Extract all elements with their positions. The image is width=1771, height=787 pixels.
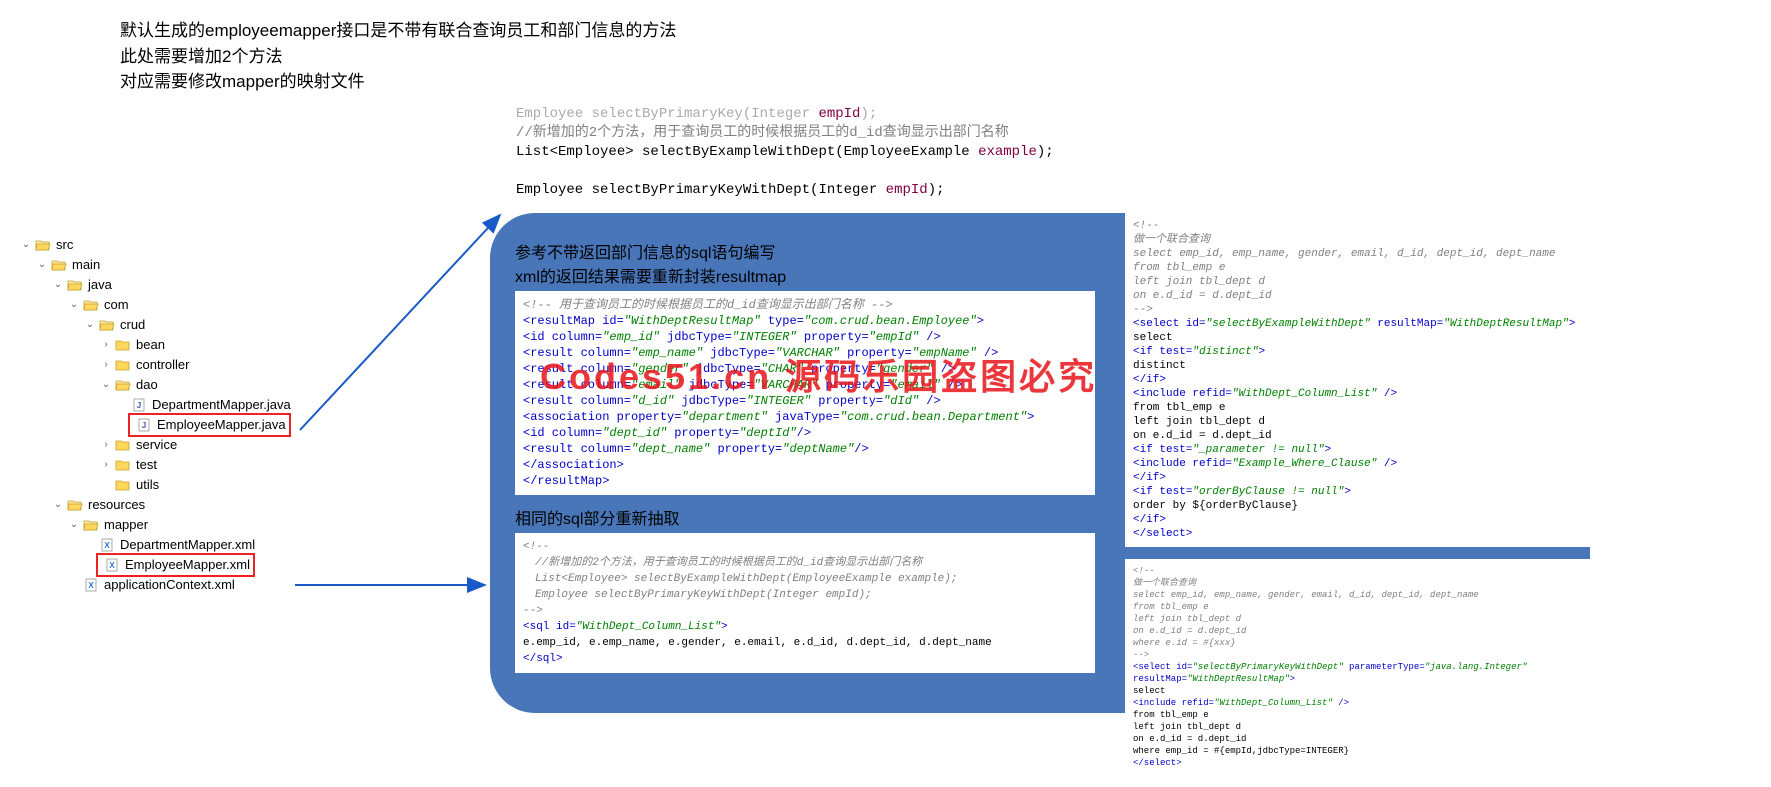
tree-bean[interactable]: ›bean xyxy=(20,335,300,355)
tree-department-mapper-java[interactable]: DepartmentMapper.java xyxy=(20,395,300,415)
tree-com[interactable]: ⌄com xyxy=(20,295,300,315)
tree-dao[interactable]: ⌄dao xyxy=(20,375,300,395)
xml-file-icon xyxy=(104,558,120,572)
tree-employee-mapper-java[interactable]: EmployeeMapper.java xyxy=(20,415,300,435)
folder-icon xyxy=(83,518,99,532)
tree-service[interactable]: ›service xyxy=(20,435,300,455)
header-line3: 对应需要修改mapper的映射文件 xyxy=(120,69,1771,95)
folder-icon xyxy=(115,478,131,492)
tree-test[interactable]: ›test xyxy=(20,455,300,475)
xml-file-icon xyxy=(99,538,115,552)
folder-icon xyxy=(67,498,83,512)
right-code-boxes: <!-- 做一个联合查询 select emp_id, emp_name, ge… xyxy=(1125,213,1595,787)
sql-fragment-code-box: <!-- //新增加的2个方法，用于查询员工的时候根据员工的d_id查询显示出部… xyxy=(515,533,1095,673)
tree-employee-mapper-xml[interactable]: EmployeeMapper.xml xyxy=(20,555,300,575)
tree-department-mapper-xml[interactable]: DepartmentMapper.xml xyxy=(20,535,300,555)
code-snippet-top: Employee selectByPrimaryKey(Integer empI… xyxy=(516,105,1054,200)
xml-file-icon xyxy=(83,578,99,592)
tree-utils[interactable]: utils xyxy=(20,475,300,495)
tree-main[interactable]: ⌄main xyxy=(20,255,300,275)
folder-icon xyxy=(115,338,131,352)
tree-crud[interactable]: ⌄crud xyxy=(20,315,300,335)
chevron-down-icon: ⌄ xyxy=(52,495,64,515)
folder-icon xyxy=(115,458,131,472)
code-comment: //新增加的2个方法，用于查询员工的时候根据员工的d_id查询显示出部门名称 xyxy=(516,124,1054,143)
tree-resources[interactable]: ⌄resources xyxy=(20,495,300,515)
folder-icon xyxy=(67,278,83,292)
tree-src[interactable]: ⌄src xyxy=(20,235,300,255)
folder-icon xyxy=(51,258,67,272)
code-line: List<Employee> selectByExampleWithDept(E… xyxy=(516,143,1054,162)
folder-icon xyxy=(115,438,131,452)
tree-java[interactable]: ⌄java xyxy=(20,275,300,295)
arrow-xml-to-panel xyxy=(290,575,490,595)
java-file-icon xyxy=(131,398,147,412)
code-line: Employee selectByPrimaryKeyWithDept(Inte… xyxy=(516,181,1054,200)
chevron-right-icon: › xyxy=(100,435,112,455)
folder-icon xyxy=(115,378,131,392)
header-line1: 默认生成的employeemapper接口是不带有联合查询员工和部门信息的方法 xyxy=(120,18,1771,44)
resultmap-code-box: <!-- 用于查询员工的时候根据员工的d_id查询显示出部门名称 --> <re… xyxy=(515,291,1095,495)
project-tree: ⌄src ⌄main ⌄java ⌄com ⌄crud ›bean ›contr… xyxy=(0,105,300,595)
header-line2: 此处需要增加2个方法 xyxy=(120,44,1771,70)
chevron-down-icon: ⌄ xyxy=(20,235,32,255)
chevron-down-icon: ⌄ xyxy=(68,295,80,315)
header-description: 默认生成的employeemapper接口是不带有联合查询员工和部门信息的方法 … xyxy=(120,18,1771,95)
chevron-down-icon: ⌄ xyxy=(100,375,112,395)
folder-icon xyxy=(35,238,51,252)
code-line: Employee selectByPrimaryKey(Integer xyxy=(516,106,818,122)
chevron-down-icon: ⌄ xyxy=(36,255,48,275)
select-by-example-code-box: <!-- 做一个联合查询 select emp_id, emp_name, ge… xyxy=(1125,213,1595,547)
tree-controller[interactable]: ›controller xyxy=(20,355,300,375)
chevron-right-icon: › xyxy=(100,335,112,355)
chevron-down-icon: ⌄ xyxy=(68,515,80,535)
panel-title-1: 参考不带返回部门信息的sql语句编写xml的返回结果需要重新封装resultma… xyxy=(515,239,1095,287)
panel-title-2: 相同的sql部分重新抽取 xyxy=(515,505,1095,529)
chevron-right-icon: › xyxy=(100,455,112,475)
folder-icon xyxy=(115,358,131,372)
arrow-java-to-code xyxy=(290,205,510,435)
java-file-icon xyxy=(136,418,152,432)
select-by-primary-key-code-box: <!-- 做一个联合查询 select emp_id, emp_name, ge… xyxy=(1125,559,1595,775)
folder-icon xyxy=(83,298,99,312)
chevron-down-icon: ⌄ xyxy=(52,275,64,295)
chevron-down-icon: ⌄ xyxy=(84,315,96,335)
tree-mapper[interactable]: ⌄mapper xyxy=(20,515,300,535)
chevron-right-icon: › xyxy=(100,355,112,375)
folder-icon xyxy=(99,318,115,332)
tree-application-context-xml[interactable]: applicationContext.xml xyxy=(20,575,300,595)
